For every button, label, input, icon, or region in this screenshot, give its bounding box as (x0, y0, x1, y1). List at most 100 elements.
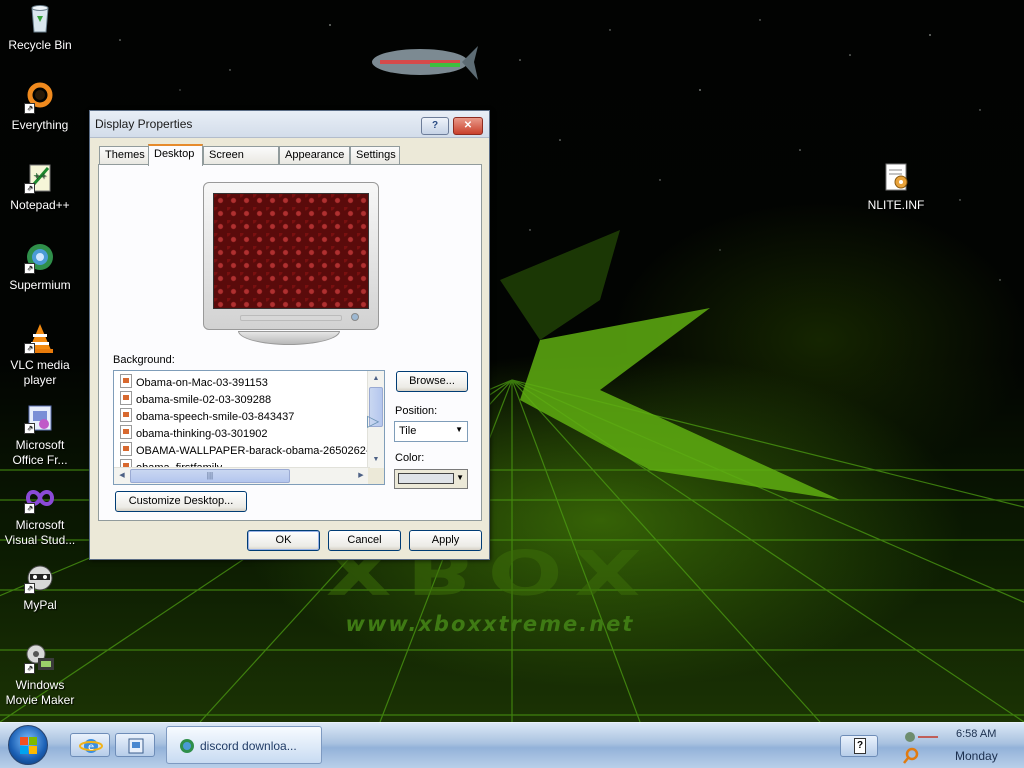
browse-button[interactable]: Browse... (396, 371, 468, 392)
clock-day[interactable]: Monday (955, 749, 998, 763)
desktop-icon-label: Everything (11, 118, 69, 132)
notepadpp-icon: ++ ↗ (24, 162, 56, 194)
desktop-icon-label: Recycle Bin (8, 38, 72, 52)
recycle-bin-icon (24, 2, 56, 34)
ok-button[interactable]: OK (247, 530, 320, 551)
wallpaper-preview-screen (213, 193, 369, 309)
image-file-icon (120, 459, 132, 467)
desktop-icon-recycle-bin[interactable]: Recycle Bin (0, 2, 80, 53)
desktop-icon-mypal[interactable]: ↗ MyPal (0, 562, 80, 613)
image-file-icon (120, 442, 132, 456)
scroll-up-arrow-icon[interactable]: ▲ (369, 372, 383, 386)
desktop-icon-label: Microsoft Visual Stud... (4, 518, 76, 547)
help-question-icon: ? (854, 738, 866, 754)
desktop-icon-label: NLITE.INF (867, 198, 925, 212)
search-tray-icon (903, 747, 919, 764)
inf-settings-file-icon (880, 162, 912, 194)
dialog-title: Display Properties (95, 117, 193, 131)
position-select-value: Tile (399, 425, 417, 437)
list-item[interactable]: obama_firstfamily (120, 459, 222, 467)
desktop-icon-vlc[interactable]: ↗ VLC media player (0, 322, 80, 388)
list-item[interactable]: obama-thinking-03-301902 (120, 425, 267, 441)
customize-desktop-button[interactable]: Customize Desktop... (115, 491, 247, 512)
visual-studio-infinity-icon: ↗ (24, 482, 56, 514)
taskbar-button-label: discord downloa... (200, 739, 297, 753)
shortcut-arrow-icon: ↗ (24, 503, 35, 514)
display-properties-dialog: Display Properties ? ✕ Themes Desktop Sc… (89, 110, 490, 560)
fish-graphic (372, 46, 478, 80)
desktop-icon-nlite-inf[interactable]: NLITE.INF (856, 162, 936, 213)
desktop-icon-notepadpp[interactable]: ++ ↗ Notepad++ (0, 162, 80, 213)
shortcut-arrow-icon: ↗ (24, 423, 35, 434)
vlc-cone-icon: ↗ (24, 322, 56, 354)
dropdown-arrow-icon: ▼ (456, 473, 464, 482)
desktop-icon-office[interactable]: ↗ Microsoft Office Fr... (0, 402, 80, 468)
list-item[interactable]: obama-speech-smile-03-843437 (120, 408, 294, 424)
everything-search-icon: ↗ (24, 82, 56, 114)
list-item[interactable]: Obama-on-Mac-03-391153 (120, 374, 268, 390)
dropdown-arrow-icon: ▼ (455, 425, 463, 434)
clock-time[interactable]: 6:58 AM (956, 728, 996, 740)
image-file-icon (120, 408, 132, 422)
cancel-button[interactable]: Cancel (328, 530, 401, 551)
svg-text:++: ++ (33, 171, 46, 180)
monitor-stand (238, 331, 340, 345)
desktop-icon-visual-studio[interactable]: ↗ Microsoft Visual Stud... (0, 482, 80, 548)
desktop-icon-label: VLC media player (10, 358, 70, 387)
quicklaunch-show-desktop-button[interactable] (115, 733, 155, 757)
shortcut-arrow-icon: ↗ (24, 583, 35, 594)
tab-settings[interactable]: Settings (350, 146, 400, 164)
scroll-right-arrow-icon[interactable]: ▶ (354, 469, 368, 483)
shortcut-arrow-icon: ↗ (24, 343, 35, 354)
desktop-icon-label: Notepad++ (10, 198, 70, 212)
position-label: Position: (395, 405, 438, 417)
image-file-icon (120, 391, 132, 405)
tab-appearance[interactable]: Appearance (279, 146, 350, 164)
svg-text:e: e (88, 742, 94, 753)
tab-screen-saver[interactable]: Screen Saver (203, 146, 279, 178)
list-item[interactable]: obama-smile-02-03-309288 (120, 391, 271, 407)
desktop-tab-panel: Background: Obama-on-Mac-03-391153 obama… (98, 164, 482, 521)
tab-themes[interactable]: Themes (99, 146, 149, 164)
desktop-icon-everything[interactable]: ↗ Everything (0, 82, 80, 133)
desktop-icon-supermium[interactable]: ↗ Supermium (0, 242, 80, 293)
background-listbox[interactable]: Obama-on-Mac-03-391153 obama-smile-02-03… (113, 370, 385, 485)
taskbar-help-button[interactable]: ? (840, 735, 878, 757)
color-picker-button[interactable]: ▼ (394, 469, 468, 489)
scroll-down-arrow-icon[interactable]: ▼ (369, 453, 383, 467)
wallpaper-url-text: www.xboxxtreme.net (345, 612, 635, 636)
desktop-icon-label: Supermium (9, 278, 71, 292)
background-label: Background: (113, 354, 175, 366)
apply-button[interactable]: Apply (409, 530, 482, 551)
color-swatch (398, 473, 454, 484)
list-item[interactable]: OBAMA-WALLPAPER-barack-obama-2650262-1 (120, 442, 376, 458)
dialog-titlebar[interactable]: Display Properties ? ✕ (90, 111, 489, 138)
cursor-hint-arrow-icon: ▷ (367, 413, 380, 430)
internet-explorer-icon: e (79, 739, 103, 753)
show-desktop-icon (128, 738, 144, 754)
shortcut-arrow-icon: ↗ (24, 663, 35, 674)
help-button[interactable]: ? (421, 117, 449, 135)
start-button[interactable] (8, 725, 48, 765)
horizontal-scrollbar[interactable]: ◀ ||| ▶ (114, 467, 370, 484)
shortcut-arrow-icon: ↗ (24, 103, 35, 114)
scrollbar-corner (368, 468, 384, 484)
movie-maker-film-icon: ↗ (24, 642, 56, 674)
supermium-browser-icon: ↗ (24, 242, 56, 274)
shortcut-arrow-icon: ↗ (24, 263, 35, 274)
position-select[interactable]: Tile ▼ (394, 421, 468, 442)
windows-logo-icon (20, 737, 37, 754)
scroll-left-arrow-icon[interactable]: ◀ (115, 469, 129, 483)
horizontal-scroll-thumb[interactable]: ||| (130, 469, 290, 483)
monitor-bezel-bar (240, 315, 342, 321)
taskbar-button-discord[interactable]: discord downloa... (166, 726, 322, 764)
close-button[interactable]: ✕ (453, 117, 483, 135)
mypal-raccoon-icon: ↗ (24, 562, 56, 594)
monitor-preview (203, 182, 379, 330)
desktop-icon-movie-maker[interactable]: ↗ Windows Movie Maker (0, 642, 80, 708)
shortcut-arrow-icon: ↗ (24, 183, 35, 194)
quicklaunch-ie-button[interactable]: e (70, 733, 110, 757)
office-document-icon: ↗ (24, 402, 56, 434)
tab-desktop[interactable]: Desktop (148, 144, 203, 166)
desktop-icon-label: MyPal (23, 598, 57, 612)
